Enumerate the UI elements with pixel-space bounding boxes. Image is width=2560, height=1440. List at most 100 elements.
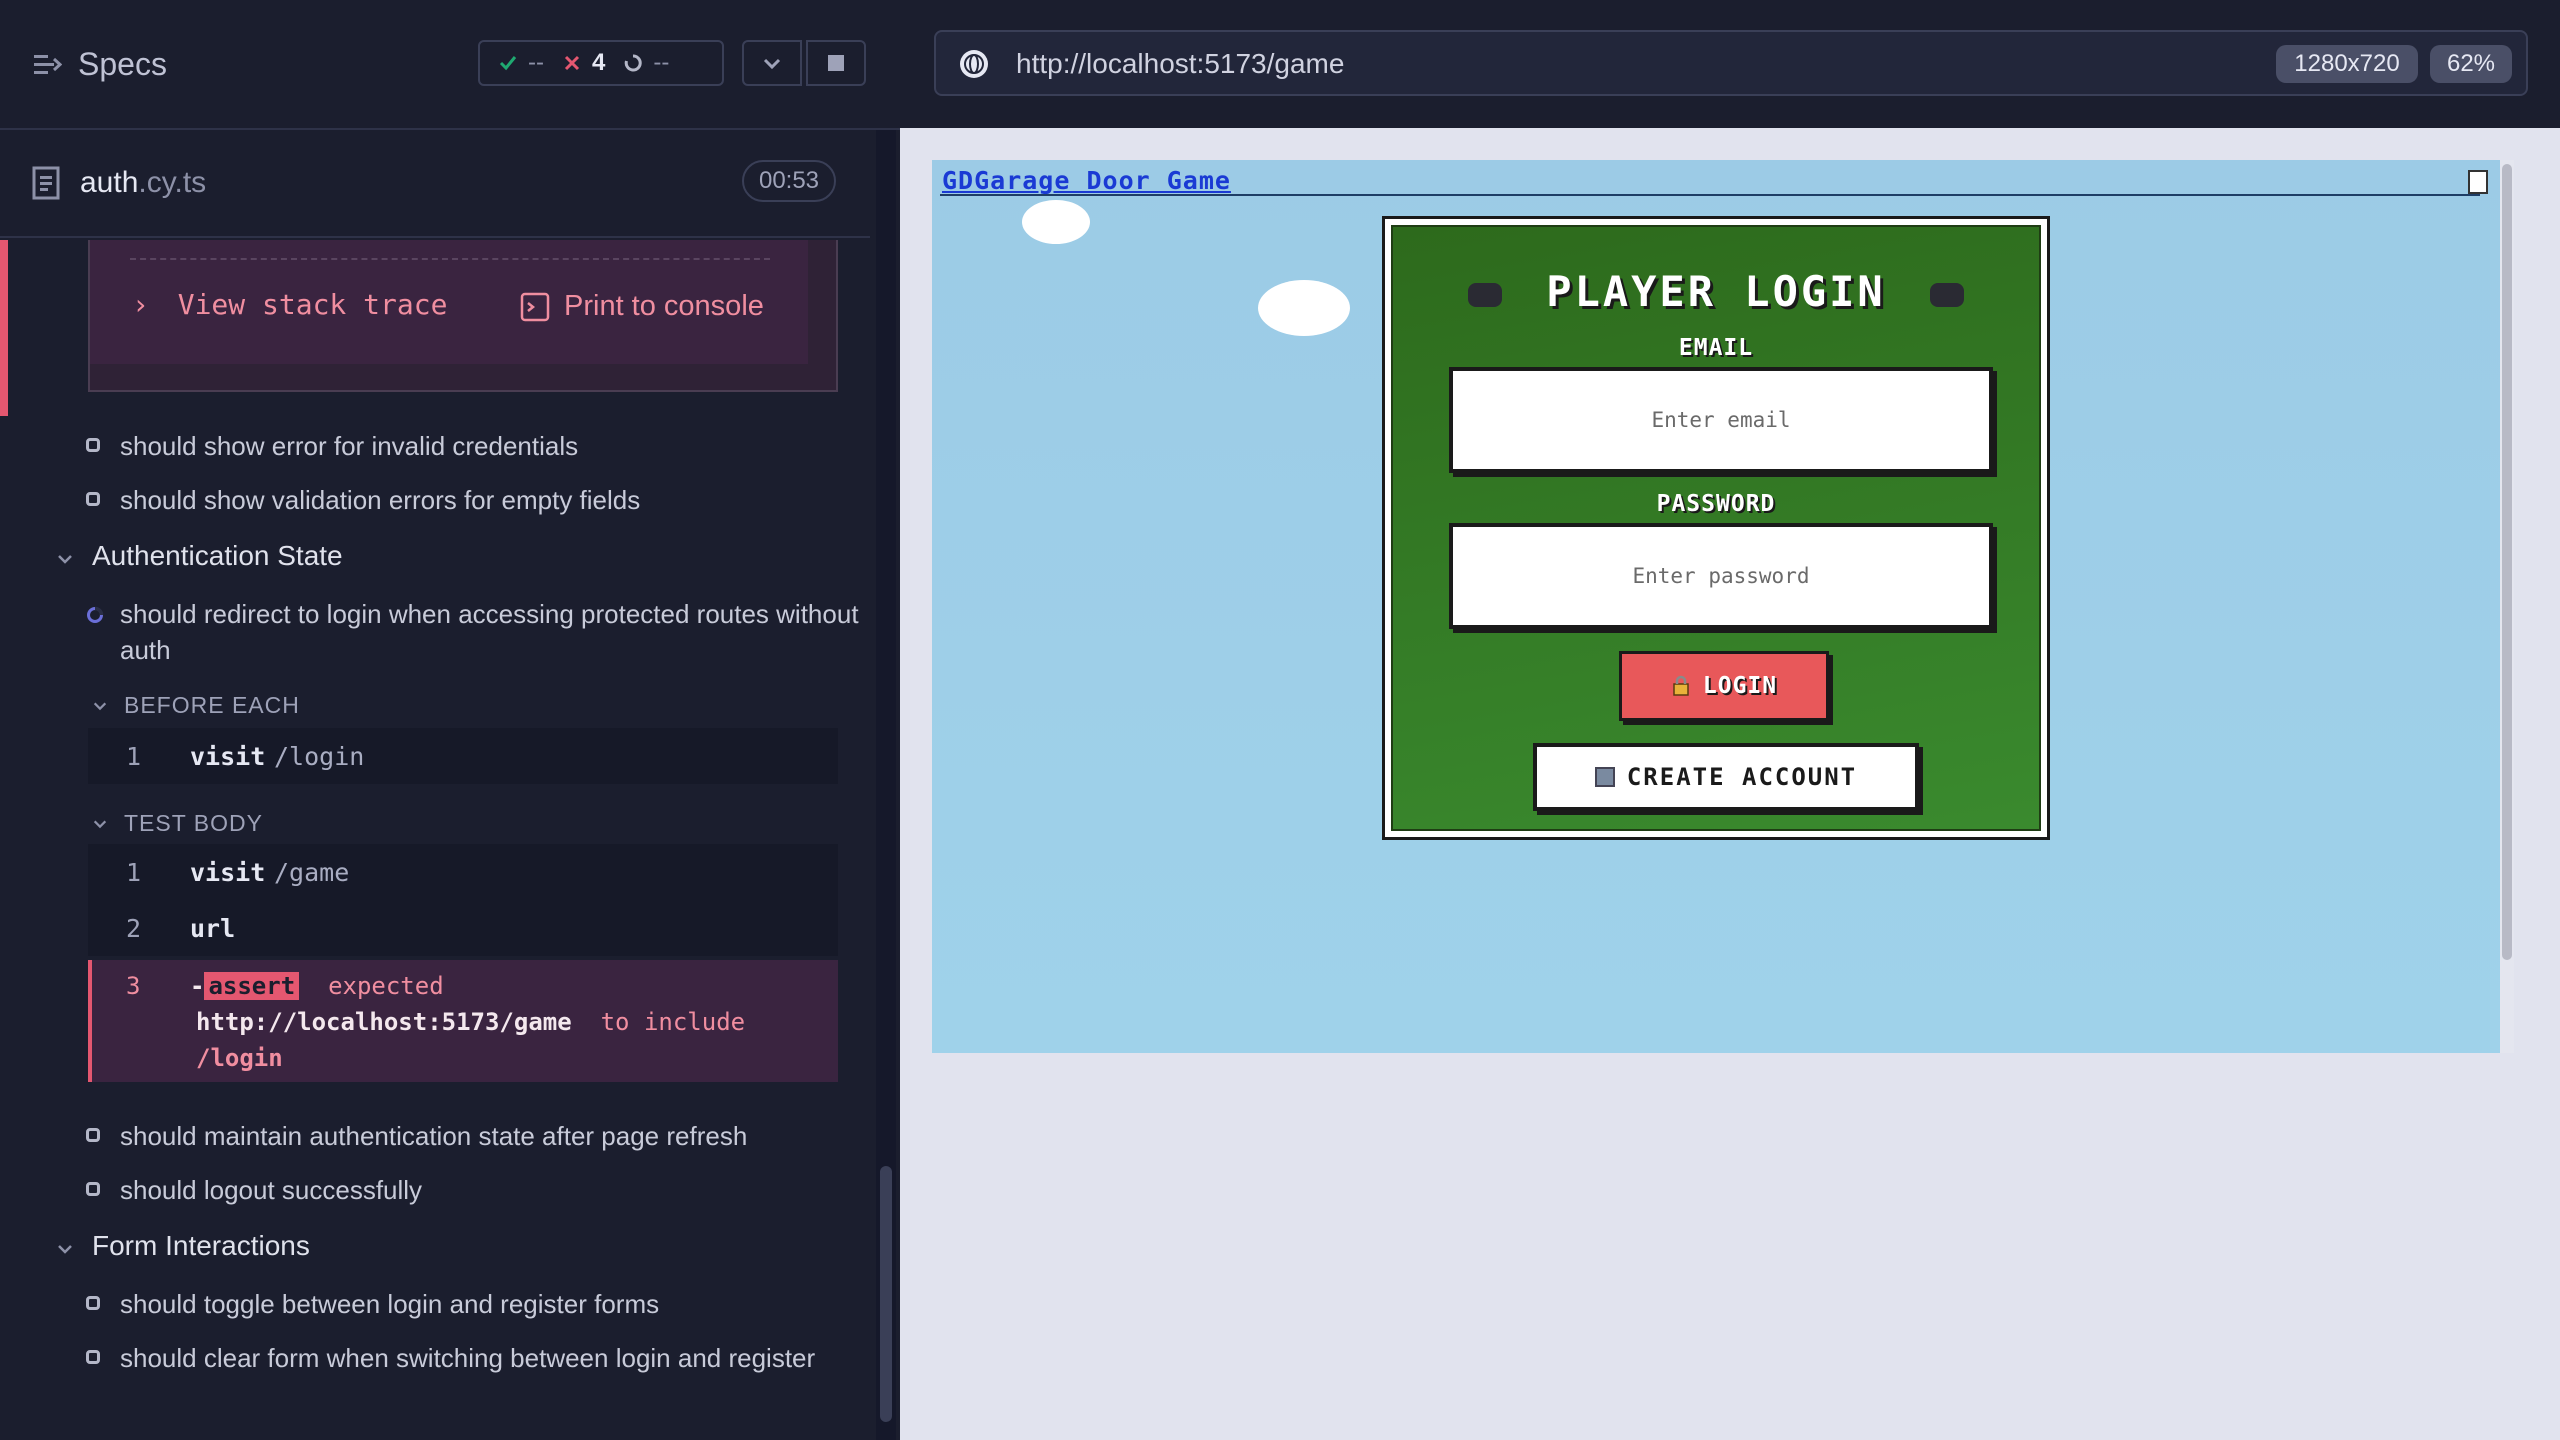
command-number: 2 [126, 914, 142, 943]
spec-duration: 00:53 [742, 160, 836, 202]
email-label: EMAIL [1678, 335, 1754, 361]
test-title: should clear form when switching between… [120, 1343, 816, 1373]
failed-count: 4 [591, 49, 606, 76]
test-title: should toggle between login and register… [120, 1289, 660, 1319]
assert-detail: http://localhost:5173/game to include [196, 1008, 745, 1036]
viewport-size-badge[interactable]: 1280x720 [2276, 45, 2418, 83]
specs-menu-icon[interactable] [32, 50, 62, 80]
preview-header: http://localhost:5173/game 1280x720 62% [900, 0, 2560, 128]
terminal-icon [520, 292, 550, 321]
hook-title: TEST BODY [124, 810, 263, 836]
login-button[interactable]: LOGIN [1619, 651, 1829, 721]
title-underline [940, 194, 2480, 196]
password-field[interactable]: Enter password [1449, 523, 1993, 629]
chevron-down-icon [763, 58, 781, 70]
spinner-icon [625, 54, 643, 72]
command-arg: /login [274, 742, 365, 771]
command-number: 1 [126, 742, 142, 771]
chevron-down-icon [93, 820, 107, 829]
assert-expected-word: expected [328, 972, 444, 1000]
stack-trace-label: View stack trace [177, 288, 448, 321]
divider [130, 258, 770, 260]
command-log: › View stack trace Print to console shou… [0, 240, 870, 1440]
test-title: should show validation errors for empty … [120, 485, 641, 515]
suite-title: Authentication State [92, 540, 343, 571]
suite-title: Form Interactions [92, 1230, 310, 1261]
assert-actual: http://localhost:5173/game [196, 1008, 572, 1036]
passed-count: -- [528, 49, 544, 76]
create-account-button[interactable]: CREATE ACCOUNT [1533, 743, 1919, 811]
test-state-icon [86, 1182, 100, 1196]
reporter-scrollbar[interactable] [876, 130, 896, 1440]
zoom-badge[interactable]: 62% [2430, 45, 2512, 83]
new-badge-icon [1594, 767, 1615, 787]
email-placeholder: Enter email [1651, 408, 1791, 432]
url-bar[interactable]: http://localhost:5173/game 1280x720 62% [934, 30, 2528, 96]
chevron-down-icon [58, 555, 72, 564]
command-number: 3 [126, 972, 141, 1000]
command-log-panel: Specs -- 4 -- auth.cy.ts 00:53 › View st… [0, 0, 902, 1440]
stop-button[interactable] [806, 40, 866, 86]
error-panel: › View stack trace Print to console [88, 240, 838, 392]
document-icon [32, 166, 60, 200]
cloud [1258, 280, 1350, 336]
gamepad-icon [1467, 282, 1502, 307]
pending-count: -- [653, 49, 670, 76]
lock-icon [1673, 675, 1689, 696]
login-heading: PLAYER LOGIN [1393, 267, 2039, 316]
pending-stat: -- [623, 49, 669, 77]
assert-prefix: - [190, 972, 205, 1000]
assert-expected-value: /login [196, 1044, 283, 1072]
test-stats: -- 4 -- [478, 40, 724, 86]
app-scrollbar-thumb[interactable] [2502, 164, 2512, 960]
command-number: 1 [126, 858, 142, 887]
test-state-icon [86, 492, 100, 506]
spec-extension: .cy.ts [138, 166, 207, 199]
test-state-icon [86, 1296, 100, 1310]
app-under-test: GDGarage Door Game PLAYER LOGIN EMAIL En… [932, 160, 2500, 1053]
test-title: should maintain authentication state aft… [120, 1121, 748, 1151]
app-scrollbar[interactable] [2500, 160, 2514, 1053]
game-title-link[interactable]: GDGarage Door Game [942, 166, 1231, 195]
failed-stat: 4 [562, 49, 605, 77]
stop-icon [828, 55, 844, 71]
command-row[interactable]: 1 visit /login [88, 728, 838, 784]
command-arg: /game [274, 858, 350, 887]
assert-to-include: to include [600, 1008, 746, 1036]
login-title-text: PLAYER LOGIN [1546, 267, 1886, 316]
globe-icon [960, 50, 988, 78]
chevron-right-icon: › [132, 288, 149, 321]
error-actions: › View stack trace Print to console [90, 240, 808, 364]
cloud [1022, 200, 1090, 244]
test-state-icon [86, 438, 100, 452]
password-placeholder: Enter password [1632, 564, 1810, 588]
test-state-icon [86, 1128, 100, 1142]
reporter-header: Specs -- 4 -- [0, 0, 900, 130]
test-title: should logout successfully [120, 1175, 423, 1205]
x-icon [564, 55, 580, 71]
reporter-scrollbar-thumb[interactable] [880, 1166, 892, 1422]
password-label: PASSWORD [1656, 491, 1776, 517]
specs-label[interactable]: Specs [78, 46, 167, 83]
command-name: url [190, 914, 236, 943]
email-field[interactable]: Enter email [1449, 367, 1993, 473]
login-panel: PLAYER LOGIN EMAIL Enter email PASSWORD … [1391, 225, 2041, 831]
spec-file-row: auth.cy.ts 00:53 [0, 132, 870, 238]
login-card: PLAYER LOGIN EMAIL Enter email PASSWORD … [1382, 216, 2050, 840]
test-title: should redirect to login when accessing … [120, 599, 859, 665]
assert-command-row[interactable]: 3 - assert expected http://localhost:5173… [88, 960, 838, 1082]
command-row[interactable]: 2 url [88, 900, 838, 956]
print-to-console-label: Print to console [564, 290, 764, 322]
passed-stat: -- [498, 49, 544, 77]
command-row[interactable]: 1 visit /game [88, 844, 838, 900]
view-stack-trace-button[interactable]: › View stack trace [132, 288, 447, 321]
print-to-console-button[interactable]: Print to console [520, 290, 764, 323]
login-button-label: LOGIN [1702, 673, 1778, 699]
app-preview-panel: http://localhost:5173/game 1280x720 62% … [900, 0, 2560, 1440]
checkbox[interactable] [2468, 170, 2488, 194]
spec-file-name[interactable]: auth.cy.ts [80, 166, 206, 200]
fail-indicator [0, 240, 8, 416]
collapse-button[interactable] [742, 40, 802, 86]
command-name: visit [190, 858, 266, 887]
url-text: http://localhost:5173/game [1016, 48, 1345, 79]
